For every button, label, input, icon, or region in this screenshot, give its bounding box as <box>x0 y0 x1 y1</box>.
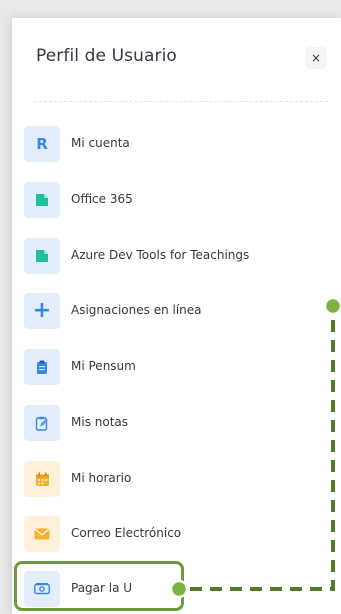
connector-end-dot <box>323 296 341 316</box>
connector-start-dot <box>169 579 189 599</box>
connector-line <box>169 296 341 599</box>
